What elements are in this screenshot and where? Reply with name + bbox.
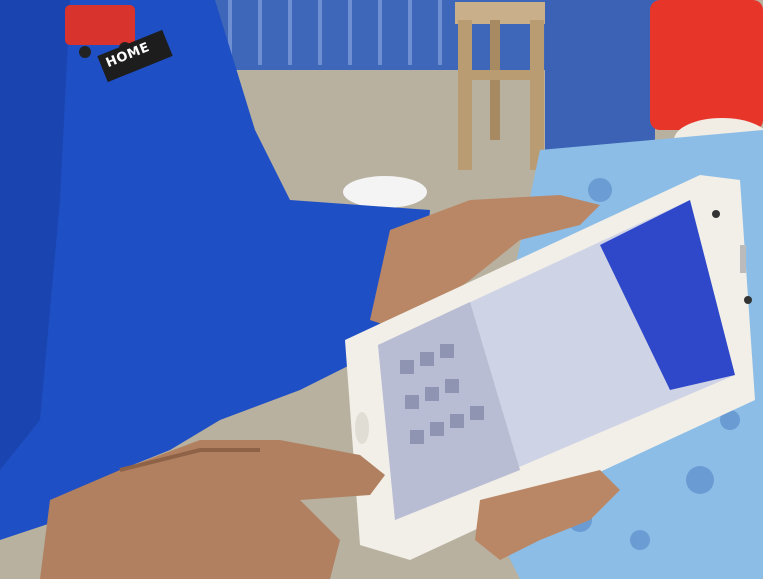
home-button: [355, 412, 369, 444]
paper-napkin: [343, 176, 427, 208]
scene-illustration: [0, 0, 763, 579]
sensor: [744, 296, 752, 304]
photo-scene: HOME: [0, 0, 763, 579]
red-bucket: [650, 0, 763, 130]
speaker-grille: [740, 245, 746, 273]
front-camera: [712, 210, 720, 218]
blue-wall: [545, 0, 655, 160]
